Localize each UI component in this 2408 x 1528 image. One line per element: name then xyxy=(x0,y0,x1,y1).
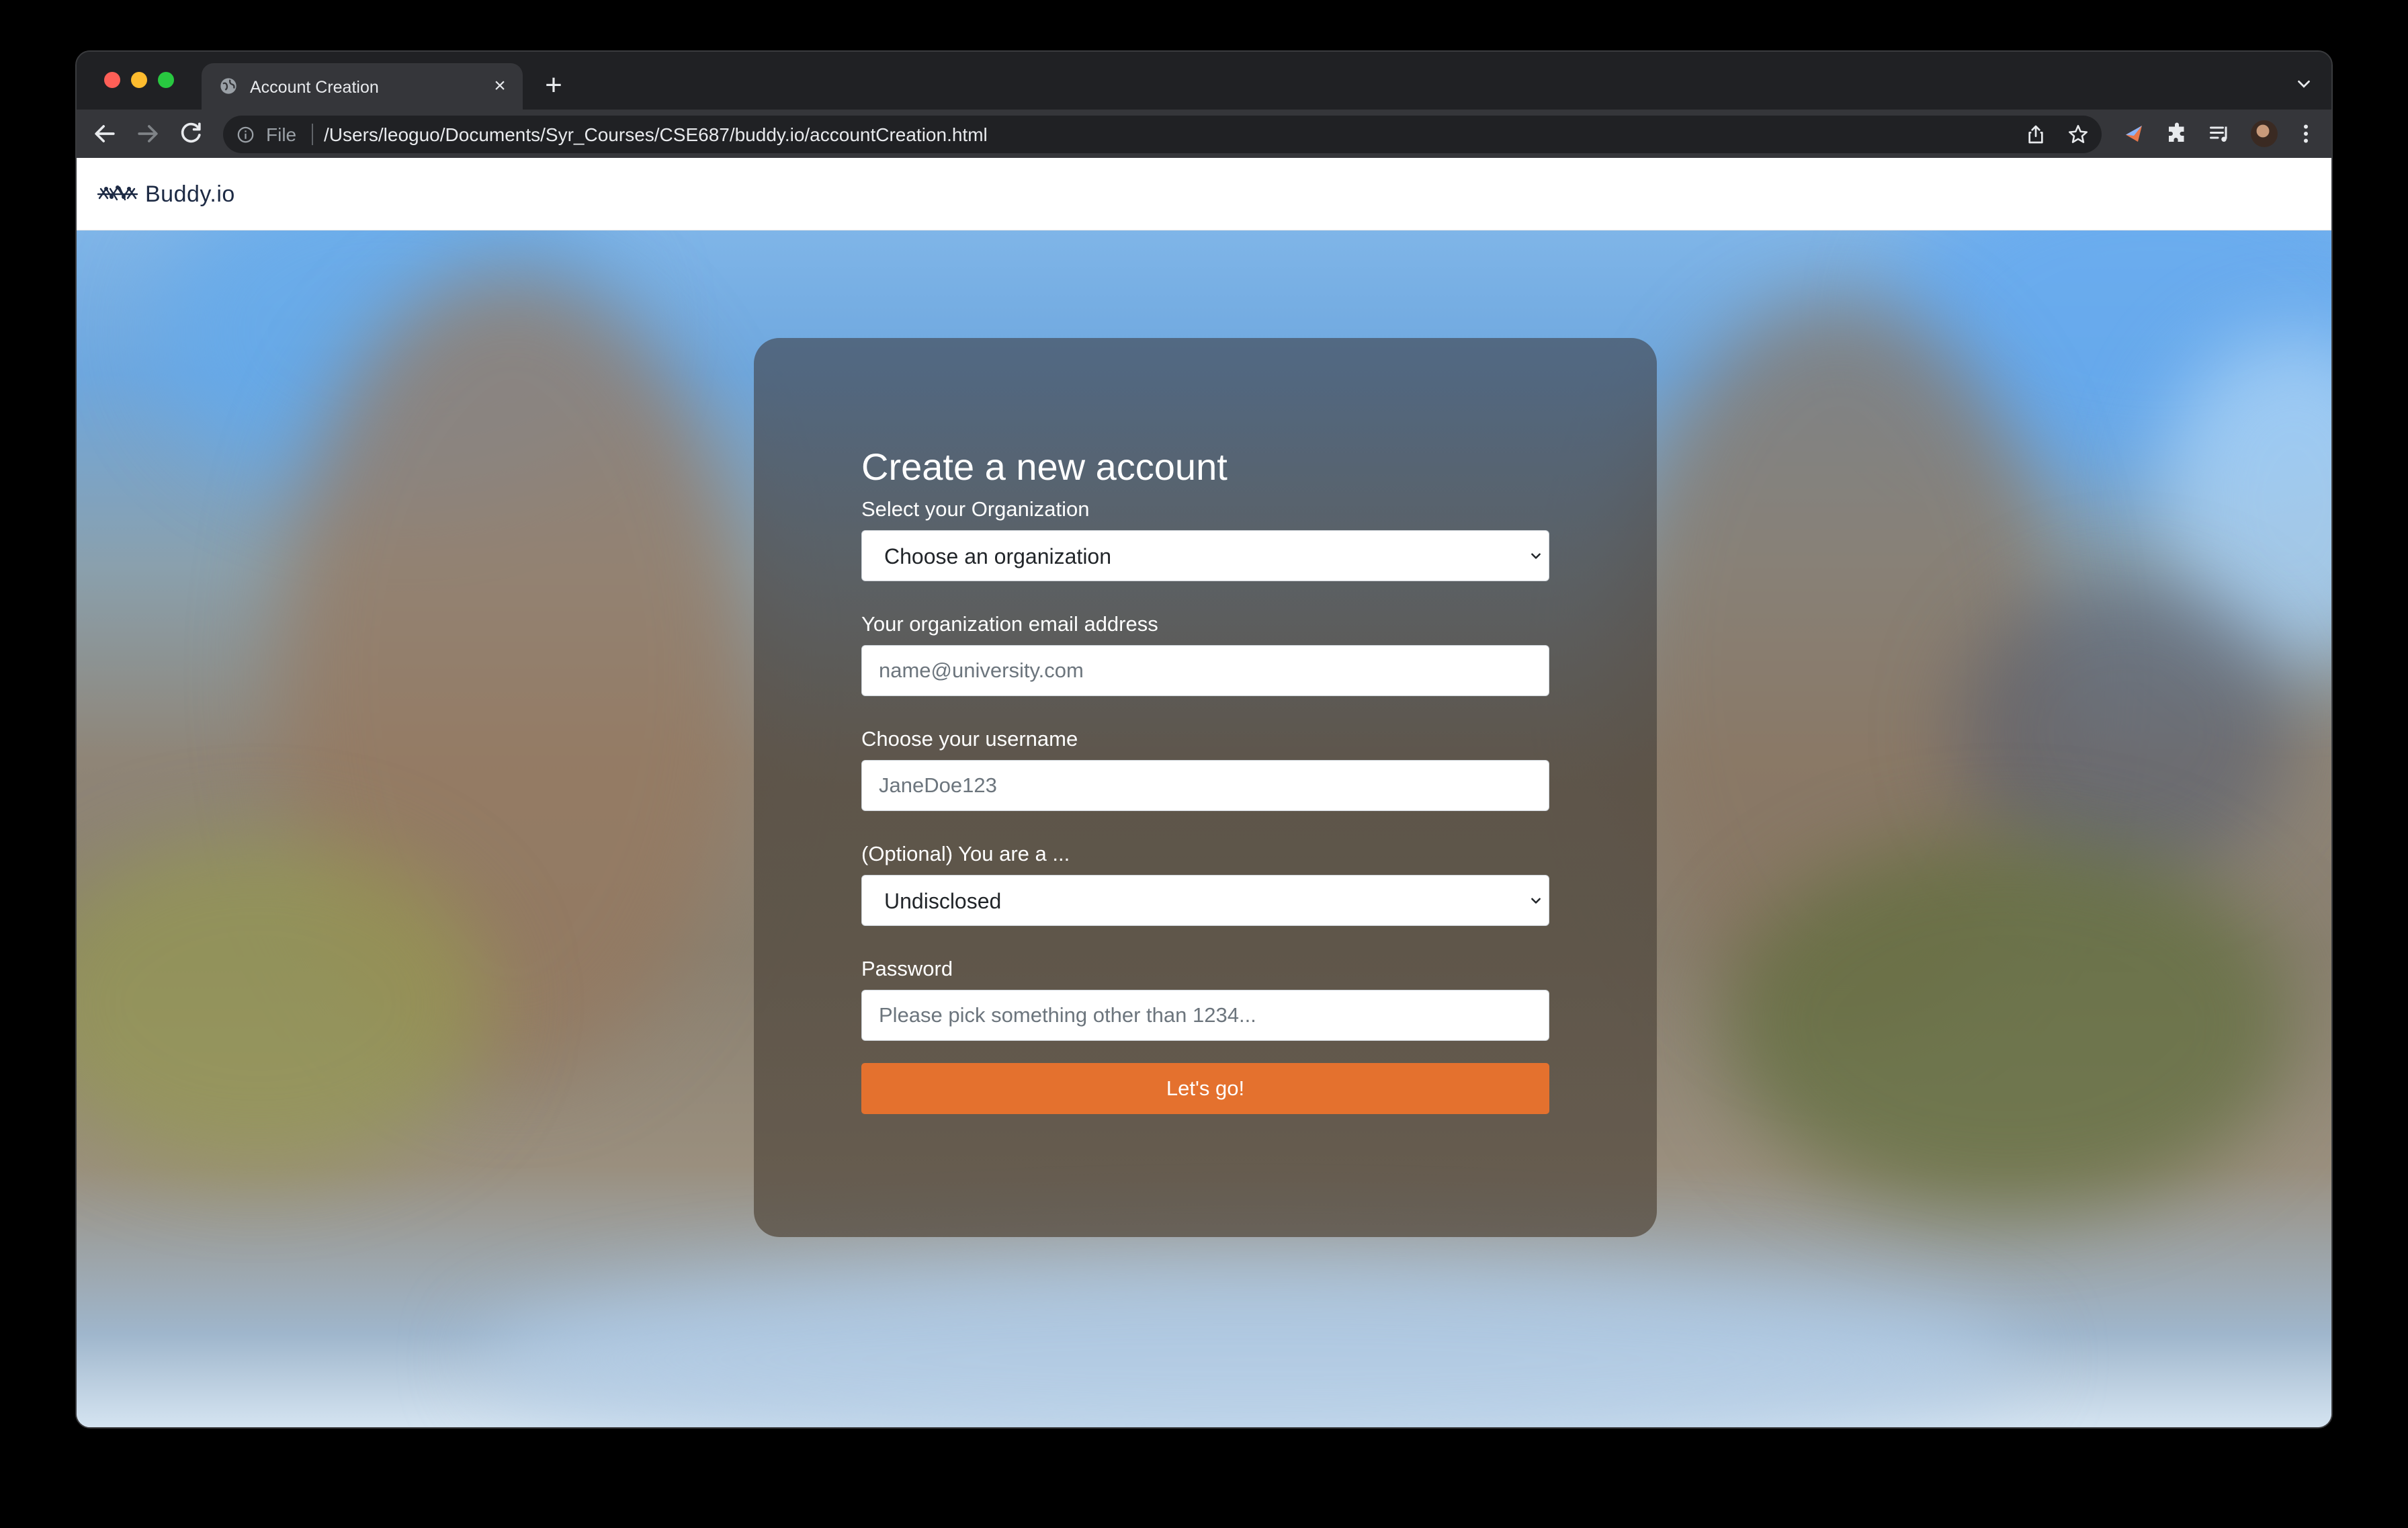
url-scheme-label: File xyxy=(266,124,297,145)
account-form-card: Create a new account Select your Organiz… xyxy=(754,338,1657,1237)
tab-strip: Account Creation × + xyxy=(77,52,2331,110)
hero-background: Create a new account Select your Organiz… xyxy=(77,230,2331,1427)
browser-window: Account Creation × + File /Users/leoguo/… xyxy=(75,50,2333,1429)
globe-icon xyxy=(220,78,236,94)
browser-toolbar: File /Users/leoguo/Documents/Syr_Courses… xyxy=(77,110,2331,158)
info-icon[interactable] xyxy=(236,126,255,144)
star-icon[interactable] xyxy=(2067,123,2090,146)
tab-close-icon[interactable]: × xyxy=(489,75,511,97)
account-creation-form: Create a new account Select your Organiz… xyxy=(861,445,1549,1114)
site-navbar: Buddy.io xyxy=(77,158,2331,230)
back-icon[interactable] xyxy=(90,119,120,148)
ground-blur xyxy=(480,1259,2025,1427)
address-bar[interactable]: File /Users/leoguo/Documents/Syr_Courses… xyxy=(223,116,2102,153)
minimize-window-button[interactable] xyxy=(131,72,147,88)
media-control-icon[interactable] xyxy=(2208,122,2232,146)
username-field-wrapper xyxy=(861,760,1549,811)
username-field[interactable] xyxy=(862,761,1549,810)
extension-icon[interactable] xyxy=(2122,122,2146,146)
chevron-down-icon xyxy=(1531,898,1541,904)
role-label: (Optional) You are a ... xyxy=(861,842,1070,865)
organization-select[interactable]: Choose an organization xyxy=(861,530,1549,581)
foliage-blur xyxy=(1723,835,2294,1212)
brand-logo-icon xyxy=(97,185,138,201)
forward-icon[interactable] xyxy=(133,119,163,148)
email-label: Your organization email address xyxy=(861,612,1158,636)
organization-label: Select your Organization xyxy=(861,497,1090,521)
email-field[interactable] xyxy=(862,646,1549,695)
brand-link[interactable]: Buddy.io xyxy=(97,178,235,210)
tab-search-chevron-icon[interactable] xyxy=(2294,74,2314,94)
url-text[interactable]: /Users/leoguo/Documents/Syr_Courses/CSE6… xyxy=(324,124,988,146)
password-label: Password xyxy=(861,957,953,980)
organization-selected-value: Choose an organization xyxy=(884,544,1112,568)
form-title: Create a new account xyxy=(861,445,1228,488)
avatar[interactable] xyxy=(2251,120,2278,147)
share-icon[interactable] xyxy=(2025,124,2047,145)
tab-account-creation[interactable]: Account Creation × xyxy=(202,63,523,110)
puzzle-icon[interactable] xyxy=(2165,122,2189,146)
page-viewport: Buddy.io Create a new account Select you… xyxy=(77,158,2331,1427)
zoom-window-button[interactable] xyxy=(158,72,174,88)
email-field-wrapper xyxy=(861,645,1549,696)
close-window-button[interactable] xyxy=(104,72,120,88)
role-selected-value: Undisclosed xyxy=(884,889,1002,913)
chevron-down-icon xyxy=(1531,553,1541,559)
brand-name: Buddy.io xyxy=(145,181,235,207)
username-label: Choose your username xyxy=(861,727,1078,751)
menu-icon[interactable] xyxy=(2294,122,2318,146)
reload-icon[interactable] xyxy=(176,119,206,148)
tab-title: Account Creation xyxy=(250,78,379,97)
password-field[interactable] xyxy=(862,990,1549,1040)
submit-button[interactable]: Let's go! xyxy=(861,1063,1549,1114)
new-tab-button[interactable]: + xyxy=(540,71,567,100)
role-select[interactable]: Undisclosed xyxy=(861,875,1549,926)
password-field-wrapper xyxy=(861,990,1549,1041)
url-divider xyxy=(312,124,313,145)
